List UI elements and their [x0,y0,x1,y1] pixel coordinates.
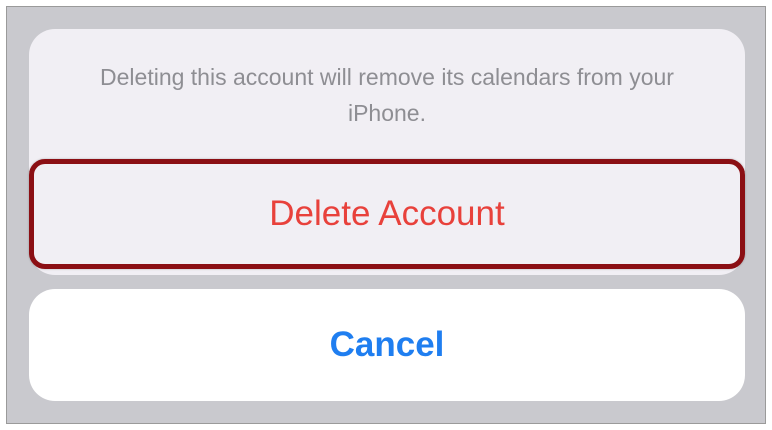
screenshot-frame: Deleting this account will remove its ca… [6,6,766,424]
cancel-button[interactable]: Cancel [29,289,745,401]
delete-account-button[interactable]: Delete Account [29,159,745,269]
action-sheet-message: Deleting this account will remove its ca… [100,64,674,126]
cancel-label: Cancel [329,325,445,364]
delete-account-label: Delete Account [269,194,505,233]
